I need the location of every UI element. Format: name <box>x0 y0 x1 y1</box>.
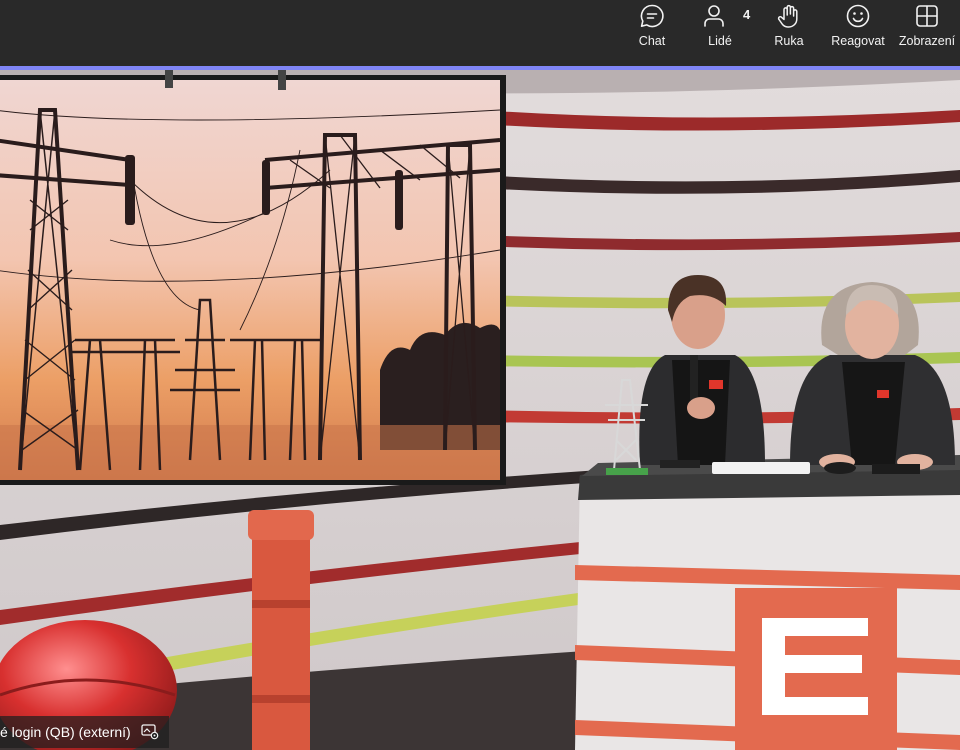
raise-hand-button[interactable]: Ruka <box>756 0 822 66</box>
react-label: Reagovat <box>831 34 885 48</box>
chat-icon <box>639 1 665 31</box>
grid-view-icon <box>914 1 940 31</box>
studio-video-frame <box>0 70 960 750</box>
people-icon: 4 <box>704 1 750 31</box>
meeting-toolbar: Chat 4 Lidé Ruka Reagovat Zobrazení <box>0 0 960 66</box>
participant-name-tag: é login (QB) (externí) <box>0 716 169 748</box>
view-label: Zobrazení <box>898 34 956 48</box>
video-stage[interactable] <box>0 70 960 750</box>
people-label: Lidé <box>708 34 732 48</box>
smiley-icon <box>845 1 871 31</box>
hand-icon <box>776 1 802 31</box>
react-button[interactable]: Reagovat <box>822 0 894 66</box>
chat-label: Chat <box>638 34 666 48</box>
chat-button[interactable]: Chat <box>620 0 684 66</box>
participant-name: é login (QB) (externí) <box>0 724 131 740</box>
people-button[interactable]: 4 Lidé <box>684 0 756 66</box>
hand-label: Ruka <box>774 34 804 48</box>
toolbar-actions: Chat 4 Lidé Ruka Reagovat Zobrazení <box>620 0 960 66</box>
view-button[interactable]: Zobrazení <box>894 0 960 66</box>
screen-share-settings-icon[interactable] <box>141 724 159 740</box>
people-count-badge: 4 <box>743 7 751 22</box>
